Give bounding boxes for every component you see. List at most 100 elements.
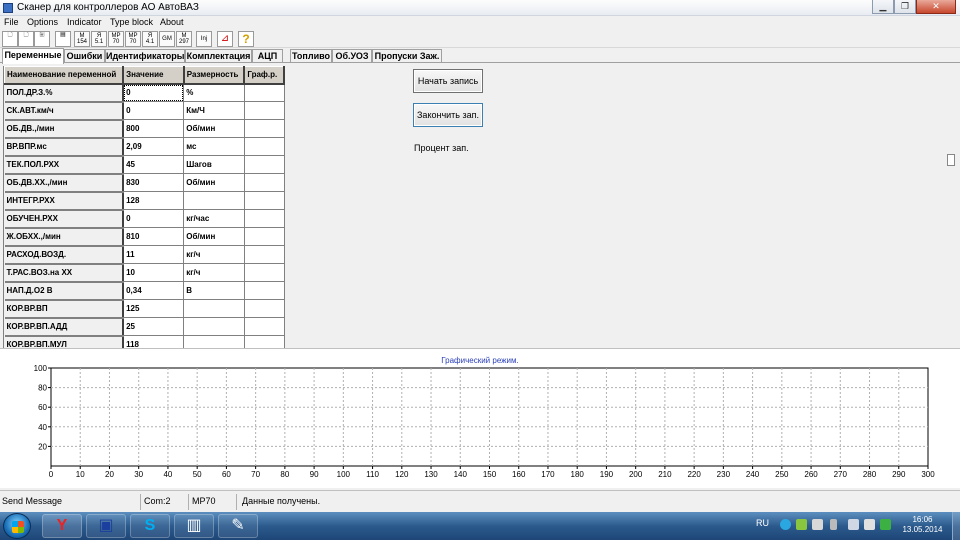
variable-name-cell[interactable]: ОБ.ДВ.ХХ.,/мин xyxy=(4,173,125,193)
table-row[interactable]: СК.АВТ.км/ч 0 Км/Ч xyxy=(4,101,285,121)
tab-configuration[interactable]: Комплектация xyxy=(185,49,252,62)
model-button-8[interactable]: Inj xyxy=(196,31,212,47)
unit-cell[interactable]: кг/час xyxy=(183,209,245,228)
close-button[interactable]: ✕ xyxy=(916,0,956,14)
menu-about[interactable]: About xyxy=(160,17,184,27)
value-cell[interactable]: 800 xyxy=(123,119,185,138)
menu-indicator[interactable]: Indicator xyxy=(67,17,102,27)
variable-name-cell[interactable]: КОР.ВР.ВП.АДД xyxy=(4,317,125,337)
value-cell[interactable]: 810 xyxy=(123,227,185,246)
menu-options[interactable]: Options xyxy=(27,17,58,27)
variable-name-cell[interactable]: НАП.Д.О2 В xyxy=(4,281,125,301)
unit-cell[interactable] xyxy=(183,335,245,348)
header-unit[interactable]: Размерность xyxy=(183,66,246,85)
chart-icon[interactable]: ⊿ xyxy=(217,31,233,47)
model-button-6[interactable]: GM xyxy=(159,31,175,47)
graph-flag-cell[interactable] xyxy=(244,209,285,228)
tray-signal-icon[interactable] xyxy=(848,519,859,530)
unit-cell[interactable]: Об/мин xyxy=(183,119,245,138)
variable-name-cell[interactable]: ИНТЕГР.РХХ xyxy=(4,191,125,211)
paint-app-icon[interactable]: ✎ xyxy=(218,514,258,538)
skype-icon[interactable]: S xyxy=(130,514,170,538)
table-row[interactable]: ОБУЧЕН.РХХ 0 кг/час xyxy=(4,209,285,229)
language-indicator[interactable]: RU xyxy=(756,518,769,528)
unit-cell[interactable]: В xyxy=(183,281,245,300)
graph-flag-cell[interactable] xyxy=(244,119,285,138)
variable-name-cell[interactable]: Ж.ОБХХ.,/мин xyxy=(4,227,125,247)
tray-battery-icon[interactable] xyxy=(830,519,837,530)
help-icon[interactable]: ? xyxy=(238,31,254,47)
unit-cell[interactable]: % xyxy=(183,83,245,102)
model-button-7[interactable]: M 297 xyxy=(176,31,192,47)
variable-name-cell[interactable]: КОР.ВР.ВП.МУЛ xyxy=(4,335,125,348)
graph-flag-cell[interactable] xyxy=(244,191,285,210)
variable-name-cell[interactable]: ТЕК.ПОЛ.РХХ xyxy=(4,155,125,175)
start-button[interactable] xyxy=(3,513,31,539)
table-row[interactable]: КОР.ВР.ВП.АДД 25 xyxy=(4,317,285,337)
graph-flag-cell[interactable] xyxy=(244,101,285,120)
header-graph[interactable]: Граф.р. xyxy=(243,66,285,85)
variable-name-cell[interactable]: ВР.ВПР.мс xyxy=(4,137,125,157)
graph-flag-cell[interactable] xyxy=(244,335,285,348)
yandex-browser-icon[interactable]: Y xyxy=(42,514,82,538)
table-row[interactable]: НАП.Д.О2 В 0,34 В xyxy=(4,281,285,301)
unit-cell[interactable] xyxy=(183,299,245,318)
model-button-3[interactable]: MP 70 xyxy=(108,31,124,47)
table-row[interactable]: Ж.ОБХХ.,/мин 810 Об/мин xyxy=(4,227,285,247)
value-cell[interactable]: 11 xyxy=(123,245,185,264)
model-button-2[interactable]: Я 5.1 xyxy=(91,31,107,47)
unit-cell[interactable]: кг/ч xyxy=(183,263,245,282)
value-cell[interactable]: 128 xyxy=(123,191,185,210)
value-cell[interactable]: 10 xyxy=(123,263,185,282)
start-record-button[interactable]: Начать запись xyxy=(413,69,483,93)
open-file-icon[interactable]: 🗋 xyxy=(18,31,34,47)
table-row[interactable]: КОР.ВР.ВП.МУЛ 118 xyxy=(4,335,285,348)
maximize-button[interactable]: ❐ xyxy=(894,0,916,14)
unit-cell[interactable]: Об/мин xyxy=(183,227,245,246)
menu-file[interactable]: File xyxy=(4,17,19,27)
tab-ignition-timing[interactable]: Об.УОЗ xyxy=(332,49,372,62)
table-row[interactable]: КОР.ВР.ВП 125 xyxy=(4,299,285,319)
floppy-app-icon[interactable]: ▣ xyxy=(86,514,126,538)
unit-cell[interactable]: Км/Ч xyxy=(183,101,245,120)
tray-security-icon[interactable] xyxy=(796,519,807,530)
value-cell[interactable]: 118 xyxy=(123,335,185,348)
unit-cell[interactable]: мс xyxy=(183,137,245,156)
tray-volume-icon[interactable] xyxy=(864,519,875,530)
value-cell[interactable]: 830 xyxy=(123,173,185,192)
tab-fuel[interactable]: Топливо xyxy=(290,49,332,62)
model-button-1[interactable]: M 154 xyxy=(74,31,90,47)
graph-flag-cell[interactable] xyxy=(244,227,285,246)
tray-network-icon[interactable] xyxy=(780,519,791,530)
table-row[interactable]: ПОЛ.ДР.З.% 0% xyxy=(4,83,285,103)
value-cell[interactable]: 25 xyxy=(123,317,185,336)
scanner-app-icon[interactable]: ▥ xyxy=(174,514,214,538)
unit-cell[interactable]: кг/ч xyxy=(183,245,245,264)
variable-name-cell[interactable]: РАСХОД.ВОЗД. xyxy=(4,245,125,265)
variable-name-cell[interactable]: ПОЛ.ДР.З.% xyxy=(4,83,125,103)
value-cell[interactable]: 0 xyxy=(123,83,185,102)
scrollbar-thumb[interactable] xyxy=(947,154,955,166)
tray-update-icon[interactable] xyxy=(880,519,891,530)
graph-flag-cell[interactable] xyxy=(244,281,285,300)
calculator-icon[interactable]: ▤ xyxy=(55,31,71,47)
stop-record-button[interactable]: Закончить зап. xyxy=(413,103,483,127)
model-button-4[interactable]: MP 70 xyxy=(125,31,141,47)
graph-flag-cell[interactable] xyxy=(244,317,285,336)
unit-cell[interactable]: Шагов xyxy=(183,155,245,174)
graph-flag-cell[interactable] xyxy=(244,173,285,192)
tab-errors[interactable]: Ошибки xyxy=(64,49,105,62)
menu-type-block[interactable]: Type block xyxy=(110,17,153,27)
header-variable-name[interactable]: Наименование переменной xyxy=(4,66,125,85)
table-row[interactable]: ВР.ВПР.мс 2,09 мс xyxy=(4,137,285,157)
table-row[interactable]: ИНТЕГР.РХХ 128 xyxy=(4,191,285,211)
minimize-button[interactable]: ▁ xyxy=(872,0,894,14)
value-cell[interactable]: 125 xyxy=(123,299,185,318)
graph-flag-cell[interactable] xyxy=(244,137,285,156)
table-row[interactable]: ОБ.ДВ.,/мин 800 Об/мин xyxy=(4,119,285,139)
variable-name-cell[interactable]: ОБУЧЕН.РХХ xyxy=(4,209,125,229)
graph-flag-cell[interactable] xyxy=(244,83,285,102)
tab-adc[interactable]: АЦП xyxy=(252,49,283,62)
tab-variables[interactable]: Переменные xyxy=(2,48,64,64)
unit-cell[interactable]: Об/мин xyxy=(183,173,245,192)
